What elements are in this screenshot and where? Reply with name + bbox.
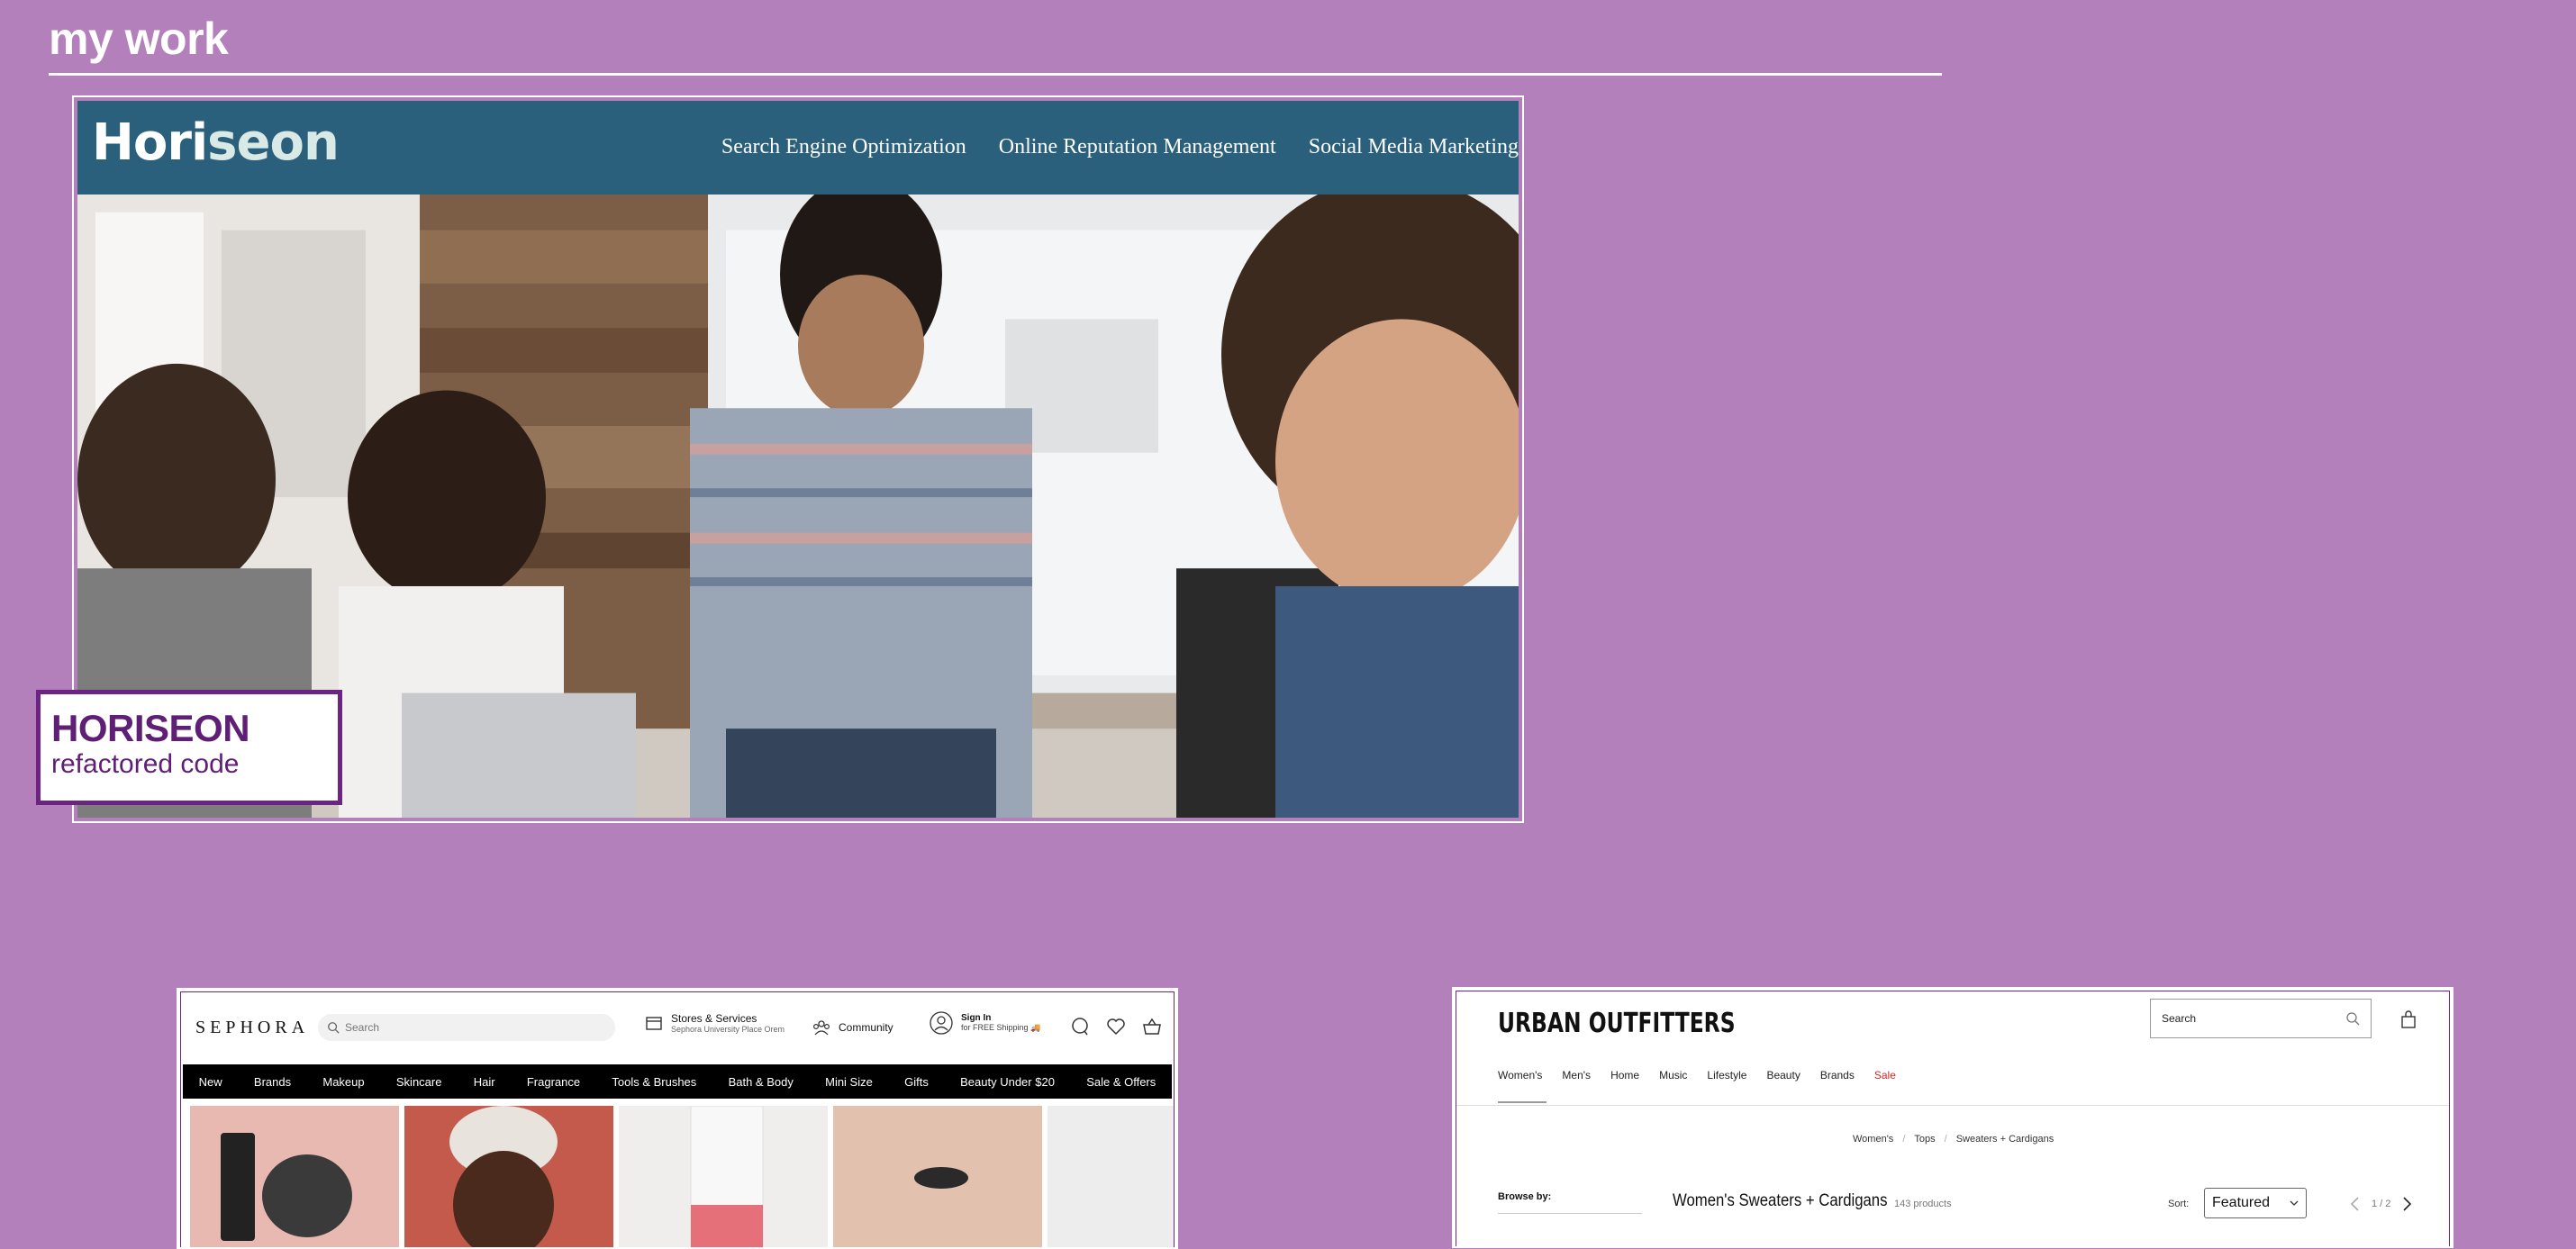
project-card-urban-outfitters[interactable]: URBAN OUTFITTERS Search Women's Men's Ho… [1452,987,2454,1248]
signin-subtitle: for FREE Shipping 🚚 [961,1023,1041,1032]
product-tile-image[interactable] [404,1106,613,1247]
caption-subtitle: refactored code [51,749,240,779]
urban-search[interactable]: Search [2150,999,2372,1038]
horiseon-caption[interactable]: HORISEON refactored code [36,690,342,805]
basket-icon[interactable] [1141,1016,1163,1037]
browse-divider [1498,1213,1642,1214]
sephora-logo: SEPHORA [195,1018,310,1037]
sephora-nav-item[interactable]: New [199,1075,222,1089]
urban-nav-item[interactable]: Beauty [1766,1069,1800,1082]
urban-nav-item[interactable]: Men's [1562,1069,1591,1082]
urban-logo: URBAN OUTFITTERS [1498,1008,1736,1039]
urban-nav-item[interactable]: Brands [1820,1069,1855,1082]
stores-subtitle: Sephora University Place Orem [671,1025,785,1034]
sephora-community[interactable]: Community [812,1018,893,1037]
urban-nav-item[interactable]: Women's [1498,1069,1542,1082]
user-icon [930,1011,953,1035]
sephora-topbar: SEPHORA Search Stores & Services Sephora … [181,992,1174,1064]
sephora-category-nav: New Brands Makeup Skincare Hair Fragranc… [183,1064,1172,1099]
community-label: Community [839,1021,893,1034]
horiseon-nav: Search Engine Optimization Online Reputa… [721,135,1519,159]
page-title: Women's Sweaters + Cardigans [1673,1191,1888,1210]
signin-title: Sign In [961,1013,992,1023]
browse-label: Browse by: [1498,1191,1552,1202]
section-divider [49,73,1942,76]
urban-divider [1456,1105,2449,1106]
community-icon [812,1020,830,1036]
stores-title: Stores & Services [671,1012,757,1025]
sephora-nav-item[interactable]: Sale & Offers [1086,1075,1156,1089]
sephora-nav-item[interactable]: Makeup [322,1075,364,1089]
sephora-nav-item[interactable]: Gifts [904,1075,929,1089]
project-card-sephora[interactable]: SEPHORA Search Stores & Services Sephora … [177,988,1178,1249]
sephora-nav-item[interactable]: Bath & Body [729,1075,794,1089]
urban-nav: Women's Men's Home Music Lifestyle Beaut… [1498,1069,1896,1082]
urban-nav-item[interactable]: Music [1659,1069,1687,1082]
sephora-nav-item[interactable]: Beauty Under $20 [960,1075,1055,1089]
horiseon-logo-accent: seon [207,113,340,172]
breadcrumb-item[interactable]: Women's [1853,1134,1893,1145]
section-title: my work [49,14,229,64]
heart-icon[interactable] [1105,1016,1127,1037]
product-count: 143 products [1894,1199,1952,1209]
sephora-nav-item[interactable]: Brands [254,1075,291,1089]
sort-label: Sort: [2168,1199,2190,1209]
chevron-left-icon[interactable] [2348,1195,2363,1213]
horiseon-header: Horiseon Search Engine Optimization Onli… [77,101,1519,195]
sephora-product-tiles [190,1105,1174,1247]
sephora-nav-item[interactable]: Fragrance [527,1075,580,1089]
urban-nav-active-indicator [1498,1101,1547,1103]
horiseon-logo-main: Hori [92,113,208,172]
sephora-screenshot: SEPHORA Search Stores & Services Sephora … [180,991,1175,1247]
product-tile-image[interactable] [619,1105,828,1247]
sort-select[interactable]: Featured [2204,1188,2307,1218]
sephora-nav-item[interactable]: Hair [474,1075,495,1089]
bag-icon[interactable] [2399,1009,2418,1029]
horiseon-nav-link[interactable]: Search Engine Optimization [721,135,966,159]
sephora-nav-item[interactable]: Tools & Brushes [612,1075,696,1089]
chevron-down-icon [2290,1200,2299,1206]
product-tile-image[interactable] [833,1106,1042,1247]
store-icon [646,1017,662,1030]
sephora-nav-item[interactable]: Mini Size [825,1075,873,1089]
sephora-stores[interactable]: Stores & Services Sephora University Plac… [644,1012,785,1034]
sephora-search-placeholder: Search [345,1021,380,1034]
chevron-right-icon[interactable] [2399,1195,2414,1213]
product-tile-image[interactable] [1048,1106,1174,1247]
breadcrumb-item[interactable]: Sweaters + Cardigans [1956,1134,2054,1145]
sephora-action-icons [1069,1016,1163,1037]
breadcrumb: Women's / Tops / Sweaters + Cardigans [1853,1134,2054,1145]
pagination: 1 / 2 [2348,1195,2414,1213]
sephora-nav-item[interactable]: Skincare [396,1075,442,1089]
search-icon [2346,1012,2360,1026]
urban-screenshot: URBAN OUTFITTERS Search Women's Men's Ho… [1456,991,2450,1246]
urban-nav-item[interactable]: Home [1610,1069,1639,1082]
horiseon-logo: Horiseon [92,113,340,172]
sephora-search[interactable]: Search [318,1014,615,1041]
product-tile-image[interactable] [190,1106,399,1247]
page-indicator: 1 / 2 [2372,1199,2391,1209]
urban-search-placeholder: Search [2162,1012,2197,1025]
urban-nav-sale[interactable]: Sale [1874,1069,1896,1082]
search-icon [328,1022,340,1034]
horiseon-nav-link[interactable]: Online Reputation Management [999,135,1276,159]
chat-icon[interactable] [1069,1016,1091,1037]
caption-title: HORISEON [51,707,250,749]
breadcrumb-item[interactable]: Tops [1914,1134,1935,1145]
urban-nav-item[interactable]: Lifestyle [1707,1069,1746,1082]
horiseon-nav-link[interactable]: Social Media Marketing [1309,135,1519,159]
sephora-signin[interactable]: Sign In for FREE Shipping 🚚 [929,1010,1040,1036]
sort-value: Featured [2212,1195,2271,1210]
